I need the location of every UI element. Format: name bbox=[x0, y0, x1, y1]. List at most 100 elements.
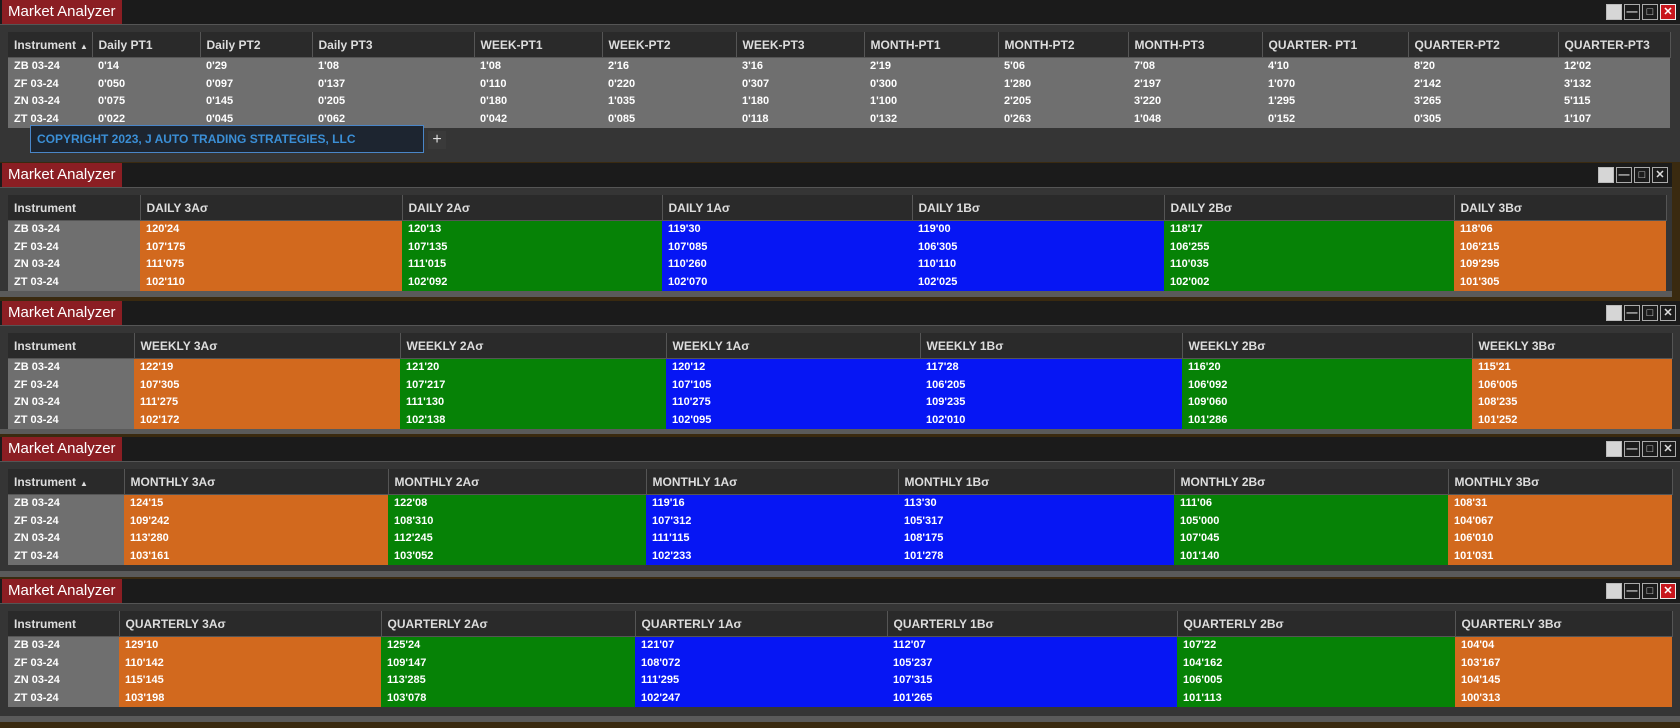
restore-icon[interactable] bbox=[1606, 305, 1622, 321]
price-cell[interactable]: 117'28 bbox=[920, 358, 1182, 377]
title-bar[interactable]: Market Analyzer — □ ✕ bbox=[0, 301, 1680, 326]
column-header[interactable]: WEEK-PT1 bbox=[474, 32, 603, 58]
price-cell[interactable]: 120'13 bbox=[402, 220, 662, 239]
price-cell[interactable]: 0'307 bbox=[736, 75, 864, 93]
price-cell[interactable]: 8'20 bbox=[1408, 57, 1558, 76]
price-cell[interactable]: 1'08 bbox=[312, 57, 474, 76]
price-cell[interactable]: 109'147 bbox=[381, 654, 635, 672]
price-cell[interactable]: 102'002 bbox=[1164, 273, 1454, 291]
price-cell[interactable]: 102'172 bbox=[134, 411, 400, 429]
price-cell[interactable]: 113'280 bbox=[124, 530, 388, 548]
table-row[interactable]: ZB 03-24 129'10 125'24 121'07 112'07 107'22 10… bbox=[8, 636, 1672, 655]
price-cell[interactable]: 111'075 bbox=[140, 256, 402, 274]
minimize-icon[interactable]: — bbox=[1624, 305, 1640, 321]
price-cell[interactable]: 0'220 bbox=[602, 75, 736, 93]
price-cell[interactable]: 121'20 bbox=[400, 358, 666, 377]
maximize-icon[interactable]: □ bbox=[1642, 441, 1658, 457]
table-row[interactable]: ZT 03-24 102'172 102'138 102'095 102'010 101'… bbox=[8, 411, 1672, 429]
price-cell[interactable]: 113'285 bbox=[381, 672, 635, 690]
minimize-icon[interactable]: — bbox=[1624, 4, 1640, 20]
price-cell[interactable]: 103'078 bbox=[381, 689, 635, 707]
price-cell[interactable]: 125'24 bbox=[381, 636, 635, 655]
instrument-column-header[interactable]: Instrument bbox=[8, 611, 120, 637]
instrument-cell[interactable]: ZT 03-24 bbox=[8, 689, 119, 707]
price-cell[interactable]: 103'198 bbox=[119, 689, 381, 707]
column-header[interactable]: QUARTERLY 3Aσ bbox=[119, 611, 382, 637]
price-cell[interactable]: 105'317 bbox=[898, 512, 1174, 530]
price-cell[interactable]: 110'035 bbox=[1164, 256, 1454, 274]
column-header[interactable]: WEEK-PT2 bbox=[602, 32, 737, 58]
price-cell[interactable]: 1'295 bbox=[1262, 93, 1408, 111]
column-header[interactable]: QUARTERLY 3Bσ bbox=[1455, 611, 1673, 637]
column-header[interactable]: WEEKLY 1Aσ bbox=[666, 333, 921, 359]
column-header[interactable]: DAILY 1Bσ bbox=[912, 195, 1165, 221]
instrument-cell[interactable]: ZN 03-24 bbox=[8, 530, 124, 548]
table-row[interactable]: ZB 03-24 0'14 0'29 1'08 1'08 2'16 3'16 2'19 5'06… bbox=[8, 57, 1670, 76]
minimize-icon[interactable]: — bbox=[1616, 167, 1632, 183]
close-icon[interactable]: ✕ bbox=[1660, 583, 1676, 599]
price-cell[interactable]: 129'10 bbox=[119, 636, 381, 655]
price-cell[interactable]: 106'005 bbox=[1472, 376, 1672, 394]
price-cell[interactable]: 112'07 bbox=[887, 636, 1177, 655]
column-header[interactable]: QUARTER-PT3 bbox=[1558, 32, 1671, 58]
price-cell[interactable]: 101'252 bbox=[1472, 411, 1672, 429]
price-cell[interactable]: 124'15 bbox=[124, 494, 388, 513]
price-cell[interactable]: 106'005 bbox=[1177, 672, 1455, 690]
instrument-cell[interactable]: ZT 03-24 bbox=[8, 411, 134, 429]
close-icon[interactable]: ✕ bbox=[1660, 4, 1676, 20]
table-row[interactable]: ZN 03-24 115'145 113'285 111'295 107'315 106'… bbox=[8, 672, 1672, 690]
table-row[interactable]: ZF 03-24 109'242 108'310 107'312 105'317 105'… bbox=[8, 512, 1672, 530]
instrument-cell[interactable]: ZB 03-24 bbox=[8, 57, 92, 76]
table-row[interactable]: ZF 03-24 110'142 109'147 108'072 105'237 104'… bbox=[8, 654, 1672, 672]
price-cell[interactable]: 109'060 bbox=[1182, 394, 1472, 412]
price-cell[interactable]: 0'075 bbox=[92, 93, 200, 111]
price-cell[interactable]: 0'110 bbox=[474, 75, 602, 93]
price-cell[interactable]: 5'115 bbox=[1558, 93, 1670, 111]
scroll-strip[interactable] bbox=[0, 716, 1680, 722]
price-cell[interactable]: 107'045 bbox=[1174, 530, 1448, 548]
price-cell[interactable]: 102'095 bbox=[666, 411, 920, 429]
price-cell[interactable]: 3'132 bbox=[1558, 75, 1670, 93]
restore-icon[interactable] bbox=[1606, 4, 1622, 20]
table-row[interactable]: ZF 03-24 107'305 107'217 107'105 106'205 106'… bbox=[8, 376, 1672, 394]
instrument-cell[interactable]: ZT 03-24 bbox=[8, 547, 124, 565]
maximize-icon[interactable]: □ bbox=[1634, 167, 1650, 183]
price-cell[interactable]: 102'070 bbox=[662, 273, 912, 291]
price-cell[interactable]: 102'025 bbox=[912, 273, 1164, 291]
price-cell[interactable]: 1'070 bbox=[1262, 75, 1408, 93]
price-cell[interactable]: 111'295 bbox=[635, 672, 887, 690]
instrument-cell[interactable]: ZF 03-24 bbox=[8, 238, 140, 256]
column-header[interactable]: WEEKLY 2Bσ bbox=[1182, 333, 1473, 359]
column-header[interactable]: MONTHLY 3Aσ bbox=[124, 469, 389, 495]
instrument-cell[interactable]: ZF 03-24 bbox=[8, 654, 119, 672]
price-cell[interactable]: 108'175 bbox=[898, 530, 1174, 548]
column-header[interactable]: WEEKLY 3Bσ bbox=[1472, 333, 1673, 359]
instrument-cell[interactable]: ZN 03-24 bbox=[8, 394, 134, 412]
add-tab-button[interactable]: + bbox=[428, 131, 446, 149]
column-header[interactable]: WEEK-PT3 bbox=[736, 32, 865, 58]
column-header[interactable]: QUARTERLY 1Bσ bbox=[887, 611, 1178, 637]
price-cell[interactable]: 3'265 bbox=[1408, 93, 1558, 111]
price-cell[interactable]: 115'21 bbox=[1472, 358, 1672, 377]
price-cell[interactable]: 106'305 bbox=[912, 238, 1164, 256]
instrument-column-header[interactable]: Instrument bbox=[8, 195, 141, 221]
column-header[interactable]: Daily PT2 bbox=[200, 32, 313, 58]
price-cell[interactable]: 107'135 bbox=[402, 238, 662, 256]
price-cell[interactable]: 107'217 bbox=[400, 376, 666, 394]
instrument-cell[interactable]: ZB 03-24 bbox=[8, 636, 119, 655]
restore-icon[interactable] bbox=[1606, 441, 1622, 457]
price-cell[interactable]: 107'312 bbox=[646, 512, 898, 530]
column-header[interactable]: DAILY 2Bσ bbox=[1164, 195, 1455, 221]
scroll-strip[interactable] bbox=[0, 571, 1680, 577]
column-header[interactable]: WEEKLY 2Aσ bbox=[400, 333, 667, 359]
price-cell[interactable]: 112'245 bbox=[388, 530, 646, 548]
instrument-cell[interactable]: ZN 03-24 bbox=[8, 672, 119, 690]
price-cell[interactable]: 108'235 bbox=[1472, 394, 1672, 412]
price-cell[interactable]: 102'138 bbox=[400, 411, 666, 429]
price-cell[interactable]: 110'142 bbox=[119, 654, 381, 672]
price-cell[interactable]: 111'275 bbox=[134, 394, 400, 412]
price-cell[interactable]: 1'180 bbox=[736, 93, 864, 111]
price-cell[interactable]: 0'205 bbox=[312, 93, 474, 111]
price-cell[interactable]: 0'132 bbox=[864, 110, 998, 128]
price-cell[interactable]: 111'130 bbox=[400, 394, 666, 412]
